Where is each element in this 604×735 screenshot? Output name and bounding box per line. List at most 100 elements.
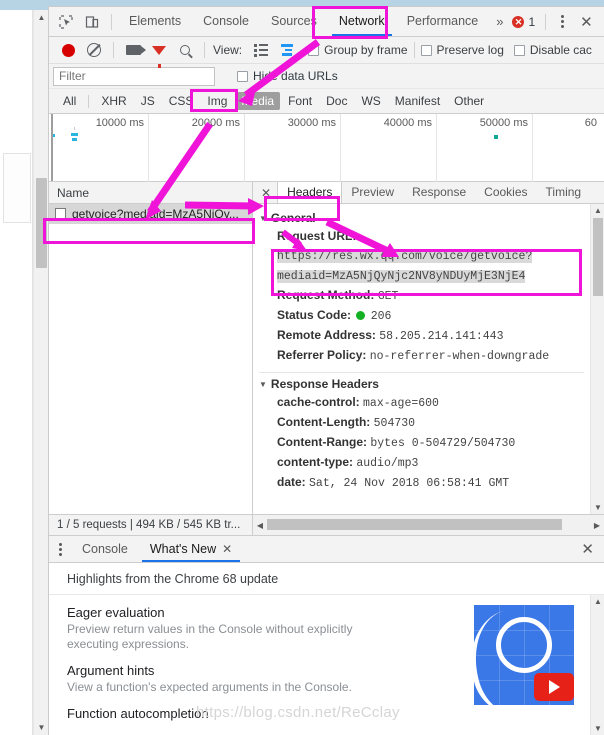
hscroll-right-icon[interactable]: ▶: [590, 521, 604, 530]
devtools-menu-icon[interactable]: [552, 15, 572, 28]
list-view-icon[interactable]: [248, 37, 274, 63]
headers-scroll-down-icon[interactable]: ▼: [591, 501, 604, 514]
hscroll-thumb[interactable]: [267, 519, 562, 530]
net-divider-2: [204, 42, 205, 58]
tab-elements[interactable]: Elements: [118, 7, 192, 36]
type-filter-other[interactable]: Other: [448, 92, 490, 110]
group-by-frame-box[interactable]: [308, 44, 320, 56]
more-tabs-icon[interactable]: »: [489, 14, 508, 29]
close-details-icon[interactable]: ✕: [253, 186, 277, 200]
whats-new-scroll-down-icon[interactable]: ▼: [591, 722, 604, 735]
chrome-68-video-thumbnail[interactable]: [474, 605, 574, 705]
capture-screenshots-icon[interactable]: [120, 37, 146, 63]
details-tab-cookies[interactable]: Cookies: [475, 182, 536, 203]
close-whats-new-icon[interactable]: ✕: [222, 536, 232, 562]
type-filter-manifest[interactable]: Manifest: [389, 92, 446, 110]
filter-input[interactable]: [53, 66, 215, 86]
type-filter-js[interactable]: JS: [135, 92, 161, 110]
hide-data-urls-checkbox[interactable]: Hide data URLs: [237, 69, 338, 83]
waterfall-view-icon[interactable]: [274, 37, 300, 63]
close-devtools-icon[interactable]: ✕: [572, 13, 601, 31]
clear-icon[interactable]: [81, 37, 107, 63]
tab-sources[interactable]: Sources: [260, 7, 328, 36]
group-by-frame-checkbox[interactable]: Group by frame: [308, 43, 408, 57]
type-filter-all[interactable]: All: [57, 92, 82, 110]
drawer-tab-console[interactable]: Console: [71, 536, 139, 562]
date-value: Sat, 24 Nov 2018 06:58:41 GMT: [309, 477, 510, 490]
page-scroll-down-icon[interactable]: ▼: [34, 720, 49, 735]
request-list[interactable]: getvoice?mediaid=MzA5NjQy...: [49, 204, 252, 514]
drawer-menu-icon[interactable]: [49, 542, 71, 556]
chrome-68-ring: [496, 617, 552, 673]
request-list-header[interactable]: Name: [49, 182, 252, 204]
filter-icon[interactable]: [146, 37, 172, 68]
tab-network[interactable]: Network: [328, 7, 396, 36]
disable-cache-checkbox[interactable]: Disable cac: [513, 43, 592, 57]
hide-data-urls-label: Hide data URLs: [253, 69, 338, 83]
type-filter-doc[interactable]: Doc: [320, 92, 353, 110]
remote-address-key: Remote Address:: [277, 328, 376, 342]
header-row-remote-address: Remote Address: 58.205.214.141:443: [259, 326, 590, 346]
page-scroll-up-icon[interactable]: ▲: [34, 10, 49, 25]
type-filter-css[interactable]: CSS: [163, 92, 200, 110]
play-button-icon[interactable]: [534, 673, 574, 701]
type-filter-img[interactable]: Img: [201, 92, 233, 110]
type-filter-ws[interactable]: WS: [355, 92, 386, 110]
resource-type-filters: All XHR JS CSS Img Media Font Doc WS Man…: [49, 89, 604, 114]
content-length-key: Content-Length:: [277, 415, 371, 429]
header-row-request-method: Request Method: GET: [259, 286, 590, 306]
record-icon[interactable]: [55, 37, 81, 63]
close-drawer-icon[interactable]: ✕: [571, 540, 604, 558]
search-icon[interactable]: [172, 37, 198, 63]
hide-data-urls-box[interactable]: [237, 70, 248, 82]
error-count-label: 1: [528, 14, 536, 29]
overview-tick: 10000 ms: [53, 114, 149, 182]
whats-new-scrollbar[interactable]: ▲ ▼: [590, 595, 604, 735]
type-filter-media[interactable]: Media: [235, 92, 281, 110]
cache-control-value: max-age=600: [363, 397, 439, 410]
whats-new-scroll-up-icon[interactable]: ▲: [591, 595, 604, 608]
headers-scroll-thumb[interactable]: [593, 218, 603, 296]
network-overview-timeline[interactable]: 10000 ms 20000 ms 30000 ms 40000 ms 5000…: [49, 114, 604, 182]
cache-control-key: cache-control:: [277, 395, 360, 409]
inspect-element-icon[interactable]: [53, 9, 79, 35]
preserve-log-label: Preserve log: [436, 43, 504, 57]
tab-performance[interactable]: Performance: [396, 7, 490, 36]
date-key: date:: [277, 475, 306, 489]
waterfall-bar: [72, 138, 77, 141]
details-tab-timing[interactable]: Timing: [537, 182, 591, 203]
header-row-date: date: Sat, 24 Nov 2018 06:58:41 GMT: [259, 473, 590, 493]
general-section-title[interactable]: ▼ General: [259, 211, 590, 225]
details-horizontal-scrollbar[interactable]: ◀ ▶: [253, 515, 604, 535]
details-tab-response[interactable]: Response: [403, 182, 475, 203]
collapse-triangle-icon[interactable]: ▼: [259, 214, 267, 223]
content-range-key: Content-Range:: [277, 435, 367, 449]
page-scrollbar[interactable]: ▲ ▼: [33, 10, 48, 735]
overview-track[interactable]: 10000 ms 20000 ms 30000 ms 40000 ms 5000…: [53, 114, 604, 182]
hscroll-left-icon[interactable]: ◀: [253, 521, 267, 530]
whats-new-items: Eager evaluation Preview return values i…: [49, 595, 474, 735]
tab-console[interactable]: Console: [192, 7, 260, 36]
collapse-triangle-icon[interactable]: ▼: [259, 380, 267, 389]
details-tab-headers[interactable]: Headers: [277, 182, 343, 203]
request-method-value: GET: [377, 290, 399, 303]
preserve-log-checkbox[interactable]: Preserve log: [420, 43, 504, 57]
toggle-device-toolbar-icon[interactable]: [79, 9, 105, 35]
type-filter-xhr[interactable]: XHR: [95, 92, 132, 110]
preserve-log-box[interactable]: [420, 44, 432, 56]
page-scroll-thumb[interactable]: [36, 178, 47, 268]
request-name: getvoice?mediaid=MzA5NjQy...: [72, 207, 239, 221]
headers-scroll-up-icon[interactable]: ▲: [591, 204, 604, 217]
headers-vertical-scrollbar[interactable]: ▲ ▼: [590, 204, 604, 514]
error-count-badge[interactable]: ✕ 1: [508, 15, 539, 29]
disable-cache-box[interactable]: [513, 44, 525, 56]
type-filter-font[interactable]: Font: [282, 92, 318, 110]
response-headers-section-title[interactable]: ▼ Response Headers: [259, 377, 590, 391]
content-type-key: content-type:: [277, 455, 353, 469]
drawer-tab-whats-new[interactable]: What's New ✕: [139, 536, 243, 562]
overview-tick: 20000 ms: [149, 114, 245, 182]
drawer-tabstrip: Console What's New ✕ ✕: [49, 536, 604, 563]
request-url-value[interactable]: https://res.wx.qq.com/voice/getvoice?med…: [277, 250, 533, 283]
details-tab-preview[interactable]: Preview: [342, 182, 403, 203]
request-row-getvoice[interactable]: getvoice?mediaid=MzA5NjQy...: [49, 204, 252, 224]
